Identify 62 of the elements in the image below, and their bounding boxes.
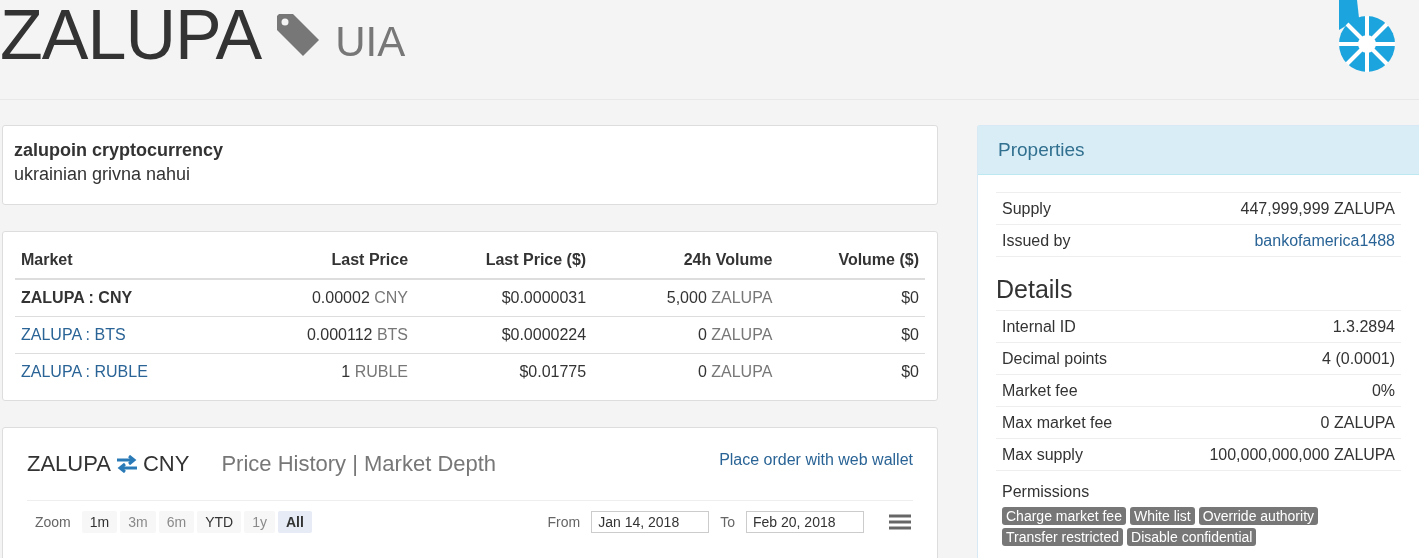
- detail-label: Market fee: [1002, 381, 1078, 400]
- asset-type: UIA: [335, 18, 406, 66]
- swap-icon[interactable]: [114, 455, 139, 473]
- range-button[interactable]: 1m: [81, 511, 118, 533]
- detail-label: Max supply: [1002, 445, 1083, 464]
- quote-asset: CNY: [142, 451, 190, 477]
- column-header: Market: [15, 240, 235, 279]
- volume-usd-cell: $0: [778, 279, 925, 317]
- place-order-link[interactable]: Place order with web wallet: [719, 451, 913, 469]
- price-cell: 1 RUBLE: [234, 353, 415, 390]
- permission-tag: White list: [1129, 507, 1195, 525]
- range-button[interactable]: YTD: [197, 511, 242, 533]
- market-link[interactable]: ZALUPA : BTS: [21, 326, 126, 343]
- detail-label: Decimal points: [1002, 349, 1107, 368]
- menu-button[interactable]: [887, 512, 913, 532]
- property-value: 447,999,999 ZALUPA: [1240, 199, 1395, 218]
- asset-title: ZALUPA: [0, 2, 262, 68]
- range-button[interactable]: All: [277, 511, 312, 533]
- details-heading: Details: [996, 275, 1074, 304]
- price-usd-cell: $0.0000031: [414, 279, 593, 317]
- from-label: From: [547, 514, 581, 530]
- detail-value: 0%: [1371, 381, 1395, 400]
- base-asset: ZALUPA: [27, 451, 111, 477]
- description-title: zalupoin cryptocurrency: [14, 140, 225, 161]
- column-header: 24h Volume: [592, 240, 779, 279]
- detail-label: Max market fee: [1002, 413, 1113, 432]
- column-header: Last Price: [234, 240, 415, 279]
- price-cell: 0.00002 CNY: [234, 279, 415, 317]
- permissions-heading: Permissions: [1001, 482, 1091, 502]
- permission-tag: Charge market fee: [1002, 507, 1126, 525]
- detail-value: 4 (0.0001): [1322, 349, 1395, 368]
- detail-value: 0 ZALUPA: [1320, 413, 1395, 432]
- market-link[interactable]: ZALUPA : CNY: [21, 289, 133, 306]
- price-cell: 0.000112 BTS: [234, 316, 415, 354]
- to-label: To: [720, 514, 735, 530]
- permission-tag: Disable confidential: [1127, 528, 1257, 546]
- market-link[interactable]: ZALUPA : RUBLE: [21, 363, 148, 380]
- issuer-link[interactable]: bankofamerica1488: [1254, 231, 1395, 250]
- from-date-field[interactable]: Jan 14, 2018: [591, 511, 710, 533]
- volume-cell: 0 ZALUPA: [592, 316, 779, 354]
- zoom-label: Zoom: [35, 514, 71, 530]
- detail-value: 1.3.2894: [1332, 317, 1395, 336]
- volume-cell: 0 ZALUPA: [592, 353, 779, 390]
- permission-tag: Override authority: [1198, 507, 1319, 525]
- property-label: Supply: [1002, 199, 1051, 218]
- property-label: Issued by: [1002, 231, 1071, 250]
- permission-tag: Transfer restricted: [1002, 528, 1124, 546]
- volume-usd-cell: $0: [778, 353, 925, 390]
- description-text: ukrainian grivna nahui: [14, 164, 192, 185]
- price-usd-cell: $0.0000224: [414, 316, 593, 354]
- volume-usd-cell: $0: [778, 316, 925, 354]
- to-date-field[interactable]: Feb 20, 2018: [746, 511, 864, 533]
- tag-icon: [275, 12, 322, 58]
- volume-cell: 5,000 ZALUPA: [592, 279, 779, 317]
- logo-icon: [1337, 0, 1397, 74]
- detail-value: 100,000,000,000 ZALUPA: [1209, 445, 1395, 464]
- panel-title: Properties: [978, 126, 1419, 175]
- column-header: Volume ($): [778, 240, 925, 279]
- chart-title: Price History | Market Depth: [221, 451, 497, 477]
- column-header: Last Price ($): [414, 240, 593, 279]
- detail-label: Internal ID: [1002, 317, 1076, 336]
- price-usd-cell: $0.01775: [414, 353, 593, 390]
